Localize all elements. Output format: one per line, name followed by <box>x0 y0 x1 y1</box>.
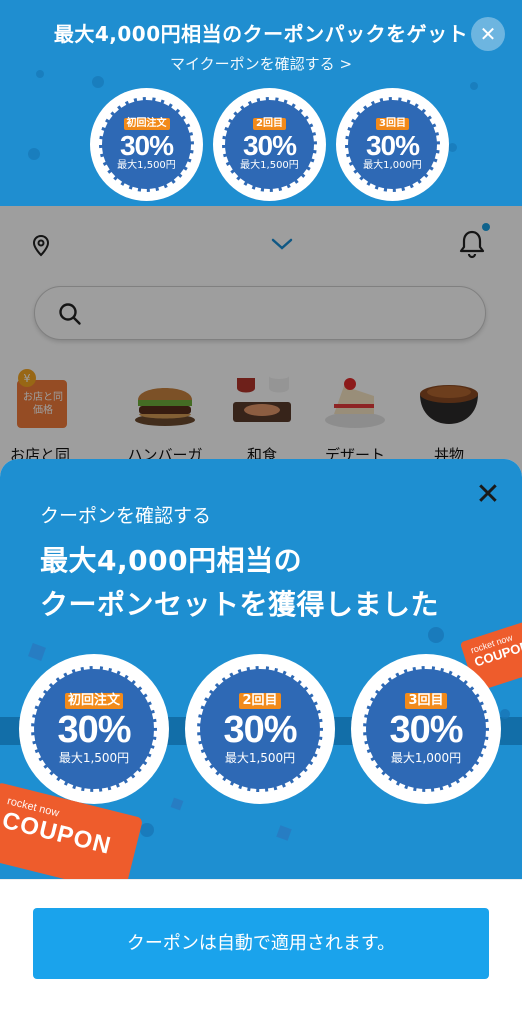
sheet-coupon-list: 初回注文 30% 最大1,500円 2回目 30% 最大1,500円 3回目 3… <box>19 654 501 804</box>
decoration <box>276 825 292 841</box>
coupon-max: 最大1,000円 <box>390 750 462 765</box>
coupon-tag: 2回目 <box>253 117 286 130</box>
coupon-stamp: 初回注文 30% 最大1,500円 <box>90 88 203 201</box>
coupon-max: 最大1,500円 <box>240 159 299 171</box>
coupon-discount: 30% <box>365 129 420 161</box>
coupon-discount: 30% <box>57 708 131 751</box>
coupon-stamp: 3回目 30% 最大1,000円 <box>351 654 501 804</box>
sheet-title-line: 最大4,000円相当の <box>40 544 303 577</box>
sheet-subtitle[interactable]: クーポンを確認する <box>40 501 211 528</box>
auto-apply-button[interactable]: クーポンは自動で適用されます。 <box>33 908 489 979</box>
coupon-stamp: 初回注文 30% 最大1,500円 <box>19 654 169 804</box>
my-coupons-link[interactable]: マイクーポンを確認する > <box>0 53 522 74</box>
coupon-stamp: 2回目 30% 最大1,500円 <box>185 654 335 804</box>
coupon-tag: 初回注文 <box>123 117 170 130</box>
coupon-max: 最大1,500円 <box>58 750 130 765</box>
coupon-tag: 2回目 <box>239 693 281 709</box>
coupon-max: 最大1,500円 <box>224 750 296 765</box>
coupon-stamp: 2回目 30% 最大1,500円 <box>213 88 326 201</box>
coupon-max: 最大1,500円 <box>117 159 176 171</box>
sheet-hero: ✕ クーポンを確認する 最大4,000円相当の クーポンセットを獲得しました r… <box>0 459 522 879</box>
divider <box>0 879 522 880</box>
decoration <box>500 709 510 719</box>
banner-coupon-list: 初回注文 30% 最大1,500円 2回目 30% 最大1,500円 3回目 3… <box>90 88 449 201</box>
coupon-discount: 30% <box>242 129 297 161</box>
coupon-bottom-sheet: ✕ クーポンを確認する 最大4,000円相当の クーポンセットを獲得しました r… <box>0 459 522 1024</box>
decoration <box>140 823 154 837</box>
banner-title: 最大4,000円相当のクーポンパックをゲット <box>53 22 469 46</box>
coupon-banner[interactable]: 最大4,000円相当のクーポンパックをゲット マイクーポンを確認する > ✕ 初… <box>0 0 522 206</box>
coupon-tag: 3回目 <box>376 117 409 130</box>
sheet-title-line: クーポンセットを獲得しました <box>40 588 440 621</box>
coupon-stamp: 3回目 30% 最大1,000円 <box>336 88 449 201</box>
sheet-title: 最大4,000円相当の クーポンセットを獲得しました <box>40 539 439 627</box>
coupon-discount: 30% <box>389 708 463 751</box>
close-icon[interactable]: ✕ <box>470 477 506 513</box>
close-icon[interactable]: ✕ <box>471 17 505 51</box>
coupon-discount: 30% <box>119 129 174 161</box>
decoration <box>428 627 444 643</box>
coupon-tag: 初回注文 <box>64 693 123 709</box>
coupon-discount: 30% <box>223 708 297 751</box>
coupon-tag: 3回目 <box>405 693 447 709</box>
coupon-max: 最大1,000円 <box>363 159 422 171</box>
